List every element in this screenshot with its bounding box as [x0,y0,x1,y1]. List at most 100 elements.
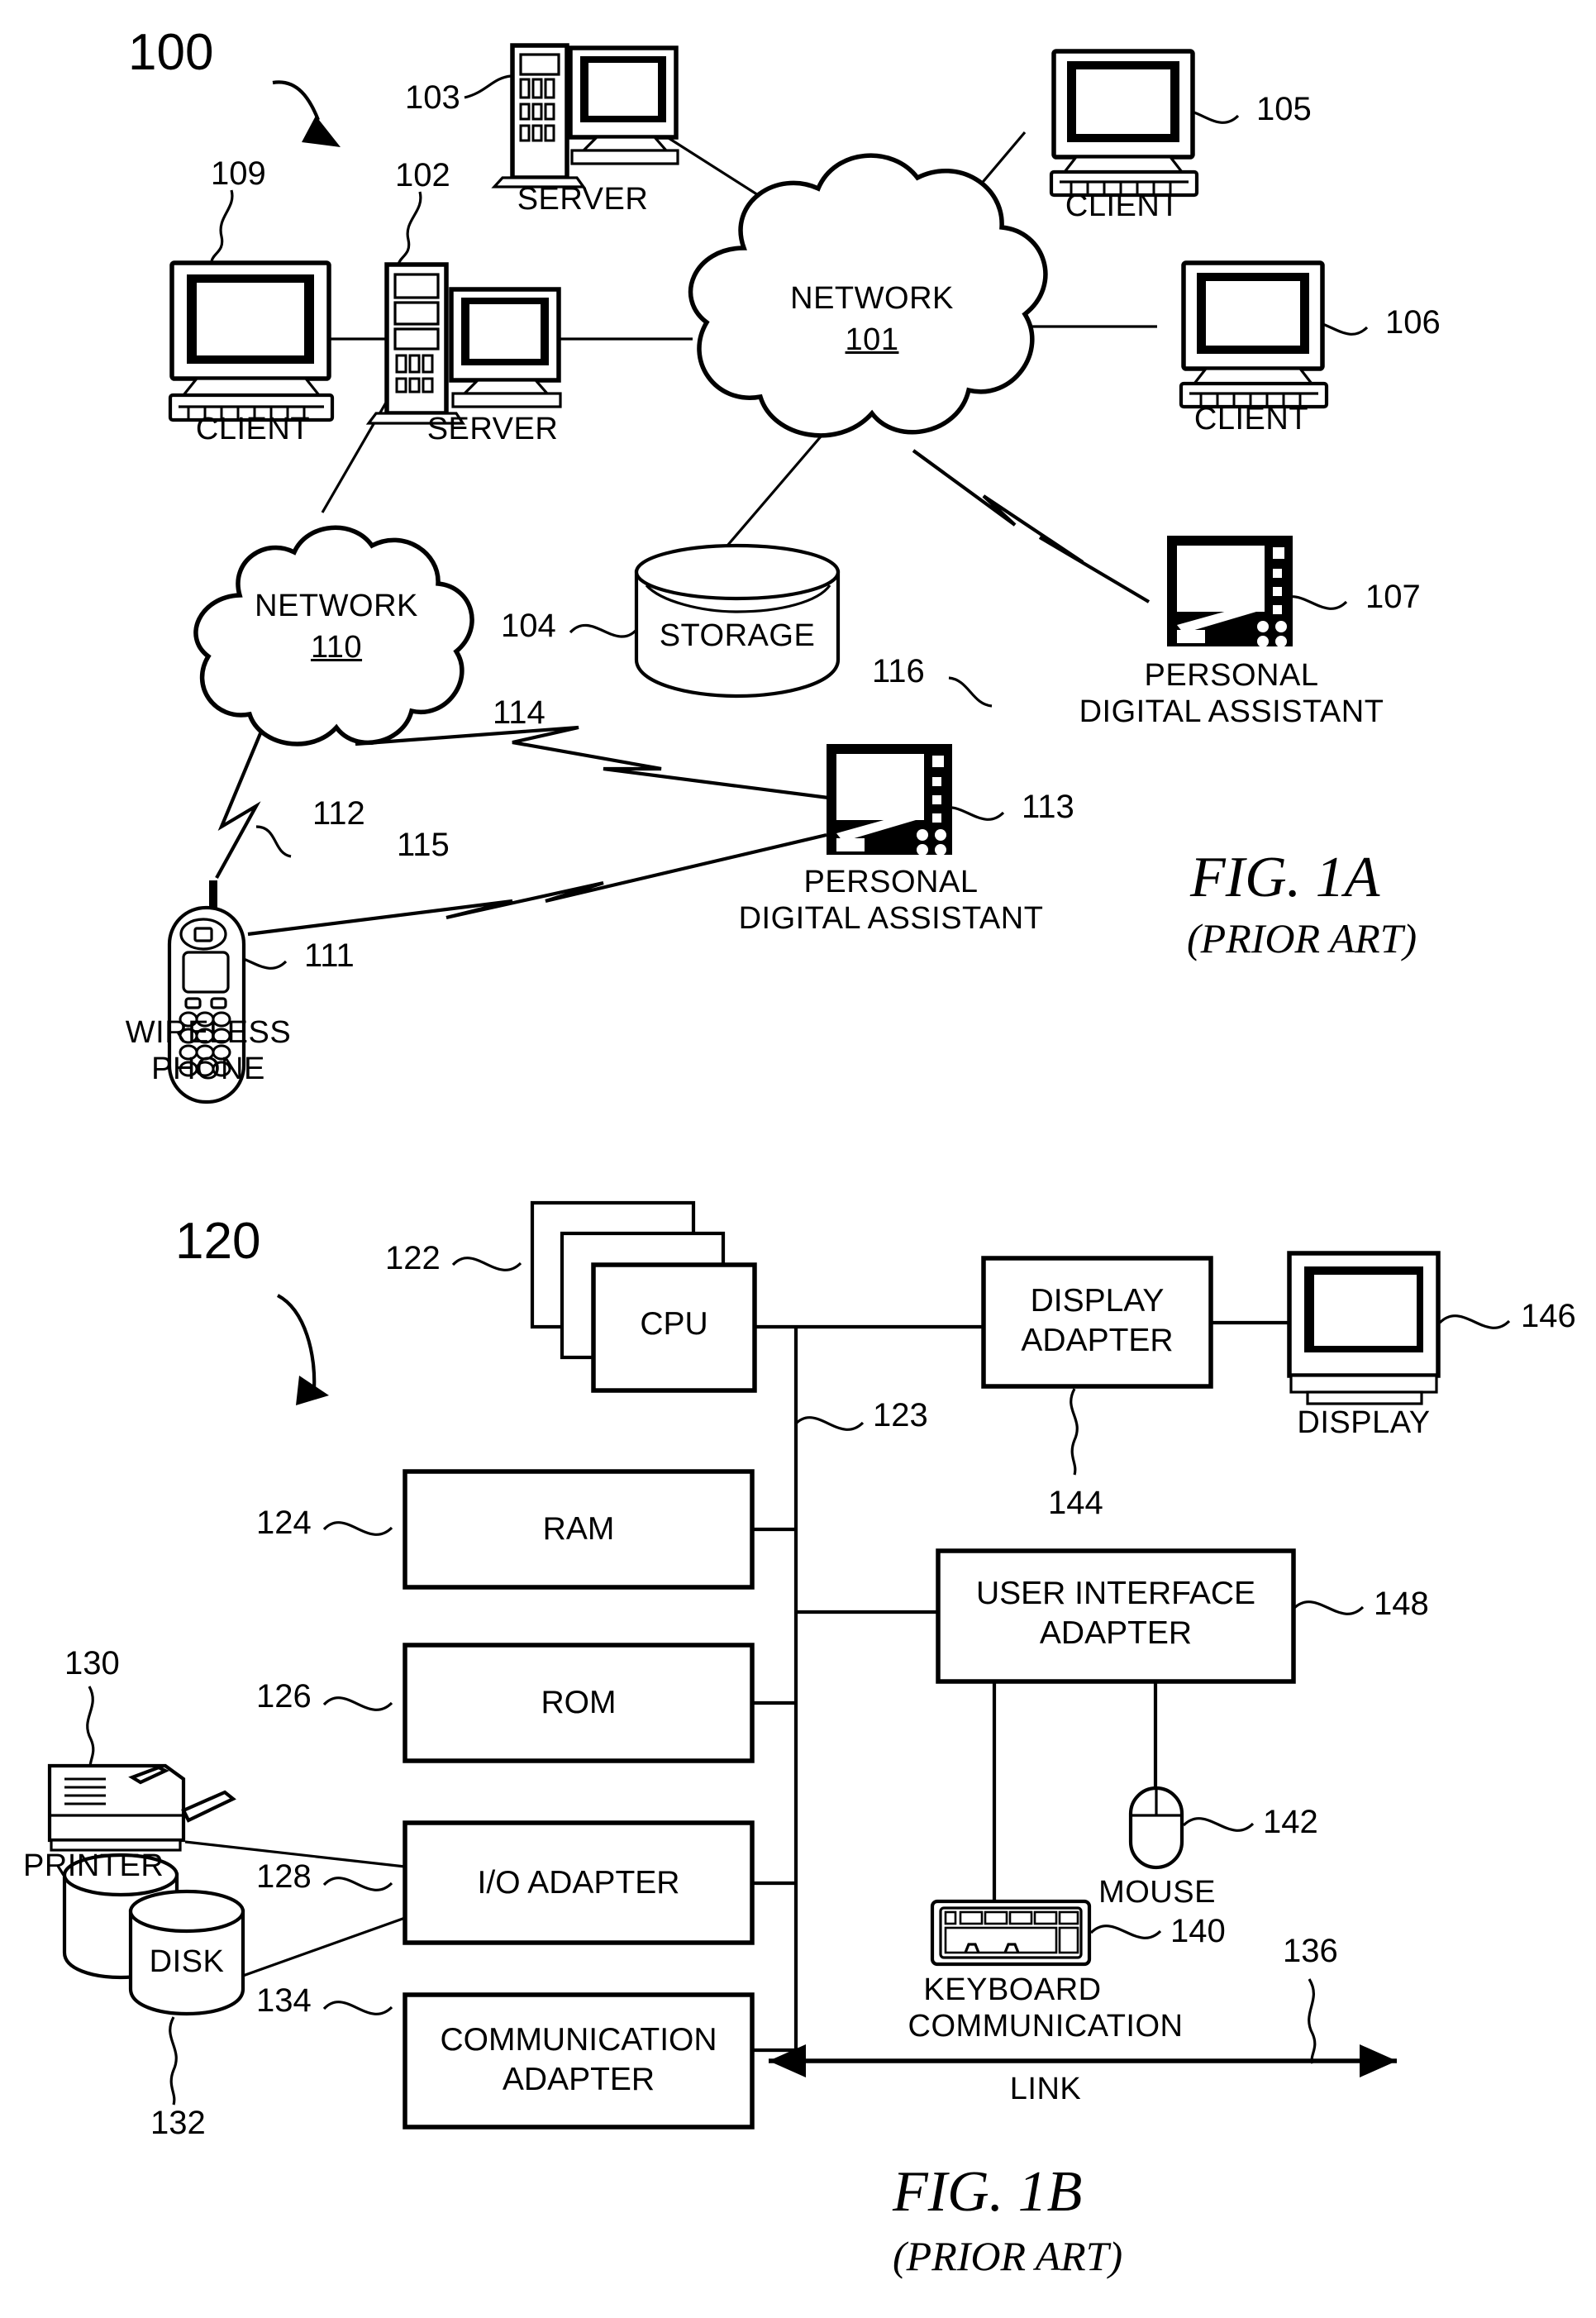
ref-113: 113 [1022,789,1074,825]
label-disk-132: DISK [149,1944,225,1979]
ref-146: 146 [1521,1298,1576,1334]
ref-144: 144 [1048,1485,1103,1521]
label-client-109: CLIENT [195,412,311,446]
wireless-zigzag-112 [215,727,264,880]
lead-squiggle-134 [322,2001,393,2015]
ref-110: 110 [310,630,363,665]
label-cpu: CPU [640,1306,708,1342]
label-server-102: SERVER [426,412,559,446]
label-client-106: CLIENT [1193,402,1309,436]
lead-squiggle-123 [793,1416,865,1431]
ref-114: 114 [493,694,545,731]
label-display-adapter-line1: DISPLAY [1030,1283,1165,1319]
lead-squiggle-142 [1182,1817,1255,1832]
ref-106: 106 [1385,304,1441,341]
icon-desktop-client-106 [1179,260,1329,409]
arrowhead-120 [296,1376,329,1405]
link-network101-storage [726,428,828,547]
caption-fig-1a: FIG. 1A [1190,846,1380,909]
ref-111: 111 [304,937,355,974]
icon-desktop-client-109 [168,260,335,422]
label-ui-adapter-line2: ADAPTER [1039,1615,1193,1651]
block-cpu-122 [530,1200,757,1393]
ref-136: 136 [1283,1933,1338,1969]
label-ram: RAM [542,1511,615,1547]
lead-squiggle-109 [210,189,234,262]
ref-124: 124 [256,1505,312,1541]
lead-squiggle-122 [451,1257,522,1271]
ref-107: 107 [1365,579,1421,615]
caption-fig-1b: FIG. 1B [893,2160,1083,2224]
ref-105: 105 [1256,91,1312,127]
label-network-101: NETWORK [790,281,954,316]
lead-squiggle-130 [86,1686,95,1772]
lead-squiggle-140 [1089,1925,1162,1939]
icon-mouse-142 [1128,1786,1184,1870]
label-network-110: NETWORK [255,589,418,623]
lead-squiggle-126 [322,1696,393,1711]
label-server-103: SERVER [517,182,649,217]
lead-squiggle-144 [1070,1388,1079,1476]
ref-122: 122 [385,1240,441,1276]
ref-101: 101 [845,322,899,357]
patent-figure-sheet: 100 109 102 103 105 106 107 104 113 111 … [0,0,1596,2318]
icon-pda-113 [827,744,952,856]
lead-squiggle-132 [169,2016,178,2106]
ref-130: 130 [64,1645,120,1681]
ref-104: 104 [501,608,556,644]
caption-fig-1b-prior-art: (PRIOR ART) [893,2233,1123,2279]
ref-109: 109 [211,155,266,192]
label-pda-113-line2: DIGITAL ASSISTANT [738,901,1044,936]
ref-148: 148 [1374,1586,1429,1622]
wireless-zigzag-114 [355,725,836,801]
ref-142: 142 [1263,1804,1318,1840]
lead-squiggle-104 [569,623,638,638]
icon-server-102 [365,262,562,425]
label-client-105: CLIENT [1065,188,1180,223]
arrowhead-100 [302,116,341,147]
label-wireless-phone-line1: WIRELESS [125,1015,292,1050]
icon-keyboard-140 [930,1899,1092,1967]
icon-display-146 [1287,1251,1441,1405]
label-comm-adapter-line1: COMMUNICATION [440,2022,717,2058]
label-pda-113-line1: PERSONAL [803,865,979,899]
lead-squiggle-146 [1438,1314,1511,1329]
label-io-adapter: I/O ADAPTER [477,1865,680,1901]
ref-123: 123 [873,1397,928,1433]
icon-desktop-client-105 [1049,49,1199,198]
ref-134: 134 [256,1982,312,2019]
lead-squiggle-148 [1292,1600,1365,1615]
lead-arrow-120 [276,1294,317,1390]
label-pda-107-line2: DIGITAL ASSISTANT [1079,694,1384,729]
label-keyboard-140: KEYBOARD [923,1972,1102,2007]
caption-fig-1a-prior-art: (PRIOR ART) [1187,915,1417,961]
link-disk-ioadapter [242,1916,406,1977]
ref-115: 115 [397,827,450,863]
ref-112: 112 [312,795,365,832]
ref-103: 103 [405,79,460,116]
icon-printer-130 [47,1763,236,1852]
label-comm-link-line2: LINK [1009,2072,1082,2106]
ref-100: 100 [128,24,214,81]
block-comm-adapter-134 [403,1992,755,2130]
label-display-adapter-line2: ADAPTER [1021,1323,1174,1358]
label-printer-130: PRINTER [23,1848,164,1883]
lead-squiggle-124 [322,1521,393,1536]
ref-102: 102 [395,157,450,193]
label-comm-adapter-line2: ADAPTER [502,2062,655,2097]
ref-116: 116 [872,653,925,689]
lead-squiggle-103 [464,74,512,99]
ref-126: 126 [256,1678,312,1715]
label-storage-104: STORAGE [659,618,816,653]
label-comm-link-line1: COMMUNICATION [908,2009,1184,2044]
lead-squiggle-112 [255,825,292,858]
lead-arrow-100 [272,80,320,121]
wireless-zigzag-116 [912,449,1151,603]
label-wireless-phone-line2: PHONE [151,1052,265,1086]
ref-128: 128 [256,1858,312,1895]
label-ui-adapter-line1: USER INTERFACE [975,1576,1256,1611]
label-display-146: DISPLAY [1297,1405,1431,1440]
ref-132: 132 [150,2105,206,2141]
icon-pda-107 [1167,536,1293,647]
label-mouse-142: MOUSE [1098,1875,1216,1910]
